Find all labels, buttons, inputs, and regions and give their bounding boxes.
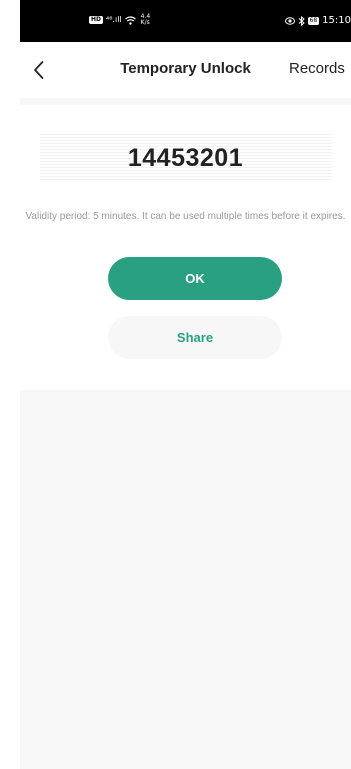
eye-icon — [284, 17, 295, 25]
status-bar: HD ⁴⁶.ıll 4.4 K/s 68 15:10 — [20, 0, 351, 42]
wifi-icon — [124, 15, 136, 25]
status-bar-right: 68 15:10 — [284, 15, 351, 27]
signal-icon: ⁴⁶.ıll — [106, 15, 122, 24]
battery-icon: 68 — [307, 17, 320, 25]
nav-bar: Temporary Unlock Records — [20, 42, 351, 98]
validity-text: Validity period: 5 minutes. It can be us… — [25, 211, 346, 222]
ok-button[interactable]: OK — [108, 257, 282, 300]
records-link[interactable]: Records — [289, 60, 345, 77]
header-divider — [20, 98, 351, 105]
network-speed-unit: K/s — [140, 19, 150, 26]
hd-badge: HD — [89, 16, 104, 24]
phone-screen: HD ⁴⁶.ıll 4.4 K/s 68 15:10 Temporary Unl… — [20, 0, 351, 769]
bluetooth-icon — [298, 16, 305, 26]
status-time: 15:10 — [322, 15, 351, 26]
unlock-code: 14453201 — [127, 144, 244, 172]
status-bar-left: HD ⁴⁶.ıll 4.4 K/s — [89, 14, 150, 26]
empty-area — [20, 390, 351, 769]
network-speed: 4.4 K/s — [141, 14, 151, 26]
share-button[interactable]: Share — [108, 316, 282, 359]
